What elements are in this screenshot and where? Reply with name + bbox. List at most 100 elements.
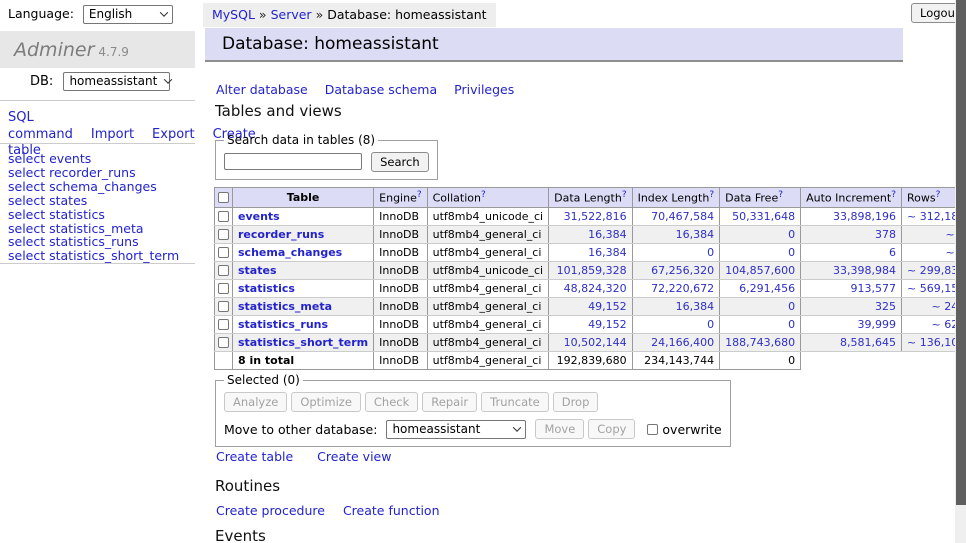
- sidebar-divider: [0, 100, 195, 101]
- sidebar-action-export[interactable]: Export: [152, 127, 195, 142]
- help-icon[interactable]: ?: [481, 190, 486, 200]
- table-row: statistics_metaInnoDButf8mb4_general_ci4…: [215, 297, 966, 315]
- db-label: DB:: [30, 74, 53, 89]
- table-link-schema-changes[interactable]: schema_changes: [238, 246, 342, 259]
- row-checkbox-statistics-meta[interactable]: [218, 301, 229, 312]
- cell-c-il: 72,220,672: [632, 279, 720, 297]
- cell-c-eng: InnoDB: [374, 243, 427, 261]
- table-link-statistics[interactable]: statistics: [238, 282, 295, 295]
- db-link-alter-database[interactable]: Alter database: [216, 82, 308, 97]
- check-button[interactable]: Check: [365, 392, 418, 412]
- total-cell-c-dl: 192,839,680: [549, 351, 632, 369]
- cell-c-dl: 10,502,144: [549, 333, 632, 351]
- tables-table: TableEngine?Collation?Data Length?Index …: [214, 187, 966, 370]
- footer-link-create-table[interactable]: Create table: [216, 449, 293, 464]
- table-name-cell: statistics_meta: [233, 297, 374, 315]
- select-all-checkbox[interactable]: [218, 192, 229, 203]
- sidebar-item-select-statistics[interactable]: select statistics: [8, 208, 179, 222]
- cell-c-df: 104,857,600: [720, 261, 801, 279]
- table-link-recorder-runs[interactable]: recorder_runs: [238, 228, 324, 241]
- row-checkbox-schema-changes[interactable]: [218, 247, 229, 258]
- row-checkbox-recorder-runs[interactable]: [218, 229, 229, 240]
- table-search-input[interactable]: [224, 153, 362, 170]
- routines-heading: Routines: [215, 477, 280, 495]
- table-name-cell: statistics_short_term: [233, 333, 374, 351]
- move-database-select[interactable]: homeassistant: [386, 420, 526, 439]
- column-header-collation: Collation?: [427, 188, 548, 208]
- db-select[interactable]: homeassistant: [63, 72, 170, 91]
- help-icon[interactable]: ?: [709, 190, 714, 200]
- help-icon[interactable]: ?: [936, 190, 941, 200]
- cell-c-il: 0: [632, 315, 720, 333]
- help-icon[interactable]: ?: [778, 190, 783, 200]
- scrollbar-thumb[interactable]: [956, 0, 966, 505]
- optimize-button[interactable]: Optimize: [291, 392, 361, 412]
- sidebar-item-select-events[interactable]: select events: [8, 152, 179, 166]
- chevron-down-icon: [160, 8, 168, 16]
- breadcrumb-link-mysql[interactable]: MySQL: [212, 7, 255, 22]
- language-select-value: English: [89, 7, 132, 21]
- sidebar-item-select-recorder-runs[interactable]: select recorder_runs: [8, 166, 179, 180]
- sidebar-action-import[interactable]: Import: [91, 127, 134, 142]
- table-link-statistics-runs[interactable]: statistics_runs: [238, 318, 328, 331]
- cell-c-col: utf8mb4_unicode_ci: [427, 207, 548, 225]
- language-row: Language: English: [8, 5, 173, 24]
- db-link-database-schema[interactable]: Database schema: [325, 82, 437, 97]
- cell-c-eng: InnoDB: [374, 333, 427, 351]
- table-link-statistics-short-term[interactable]: statistics_short_term: [238, 336, 368, 349]
- routines-link-create-function[interactable]: Create function: [343, 503, 440, 518]
- language-select[interactable]: English: [83, 5, 173, 24]
- overwrite-label: overwrite: [662, 422, 721, 437]
- column-header-engine: Engine?: [374, 188, 427, 208]
- table-link-events[interactable]: events: [238, 210, 280, 223]
- sidebar-item-select-states[interactable]: select states: [8, 194, 179, 208]
- row-checkbox-states[interactable]: [218, 265, 229, 276]
- breadcrumb-link-server[interactable]: Server: [271, 7, 312, 22]
- total-empty-cell: [215, 351, 233, 369]
- help-icon[interactable]: ?: [622, 190, 627, 200]
- routines-link-create-procedure[interactable]: Create procedure: [216, 503, 325, 518]
- row-checkbox-statistics-short-term[interactable]: [218, 337, 229, 348]
- drop-button[interactable]: Drop: [553, 392, 599, 412]
- search-button[interactable]: Search: [371, 152, 429, 172]
- cell-c-df: 188,743,680: [720, 333, 801, 351]
- cell-c-dl: 16,384: [549, 243, 632, 261]
- sidebar-action-sql-command[interactable]: SQL command: [8, 110, 73, 142]
- sidebar-item-select-statistics-runs[interactable]: select statistics_runs: [8, 235, 179, 249]
- column-header-table: Table: [233, 188, 374, 208]
- table-link-statistics-meta[interactable]: statistics_meta: [238, 300, 332, 313]
- column-header-auto-increment: Auto Increment?: [801, 188, 902, 208]
- cell-c-il: 67,256,320: [632, 261, 720, 279]
- cell-c-ai: 39,999: [801, 315, 902, 333]
- select-all-header-cell: [215, 188, 233, 208]
- table-name-cell: events: [233, 207, 374, 225]
- footer-link-create-view[interactable]: Create view: [317, 449, 391, 464]
- db-link-privileges[interactable]: Privileges: [454, 82, 514, 97]
- sidebar-item-select-statistics-short-term[interactable]: select statistics_short_term: [8, 249, 179, 263]
- table-name-cell: recorder_runs: [233, 225, 374, 243]
- copy-button[interactable]: Copy: [588, 419, 635, 439]
- cell-c-eng: InnoDB: [374, 297, 427, 315]
- cell-c-df: 0: [720, 225, 801, 243]
- repair-button[interactable]: Repair: [422, 392, 477, 412]
- help-icon[interactable]: ?: [891, 190, 896, 200]
- sidebar-item-select-statistics-meta[interactable]: select statistics_meta: [8, 222, 179, 236]
- overwrite-checkbox[interactable]: [647, 424, 658, 435]
- row-checkbox-statistics-runs[interactable]: [218, 319, 229, 330]
- truncate-button[interactable]: Truncate: [481, 392, 549, 412]
- cell-c-ai: 33,398,984: [801, 261, 902, 279]
- page-title: Database: homeassistant: [205, 28, 903, 62]
- vertical-scrollbar[interactable]: [955, 0, 966, 543]
- selected-fieldset: Selected (0) AnalyzeOptimizeCheckRepairT…: [215, 373, 731, 447]
- analyze-button[interactable]: Analyze: [224, 392, 287, 412]
- cell-c-ai: 913,577: [801, 279, 902, 297]
- row-checkbox-statistics[interactable]: [218, 283, 229, 294]
- sidebar-item-select-schema-changes[interactable]: select schema_changes: [8, 180, 179, 194]
- move-button[interactable]: Move: [535, 419, 584, 439]
- total-cell-c-eng: InnoDB: [374, 351, 427, 369]
- row-checkbox-cell: [215, 315, 233, 333]
- row-checkbox-events[interactable]: [218, 211, 229, 222]
- table-link-states[interactable]: states: [238, 264, 277, 277]
- cell-c-dl: 31,522,816: [549, 207, 632, 225]
- help-icon[interactable]: ?: [417, 190, 422, 200]
